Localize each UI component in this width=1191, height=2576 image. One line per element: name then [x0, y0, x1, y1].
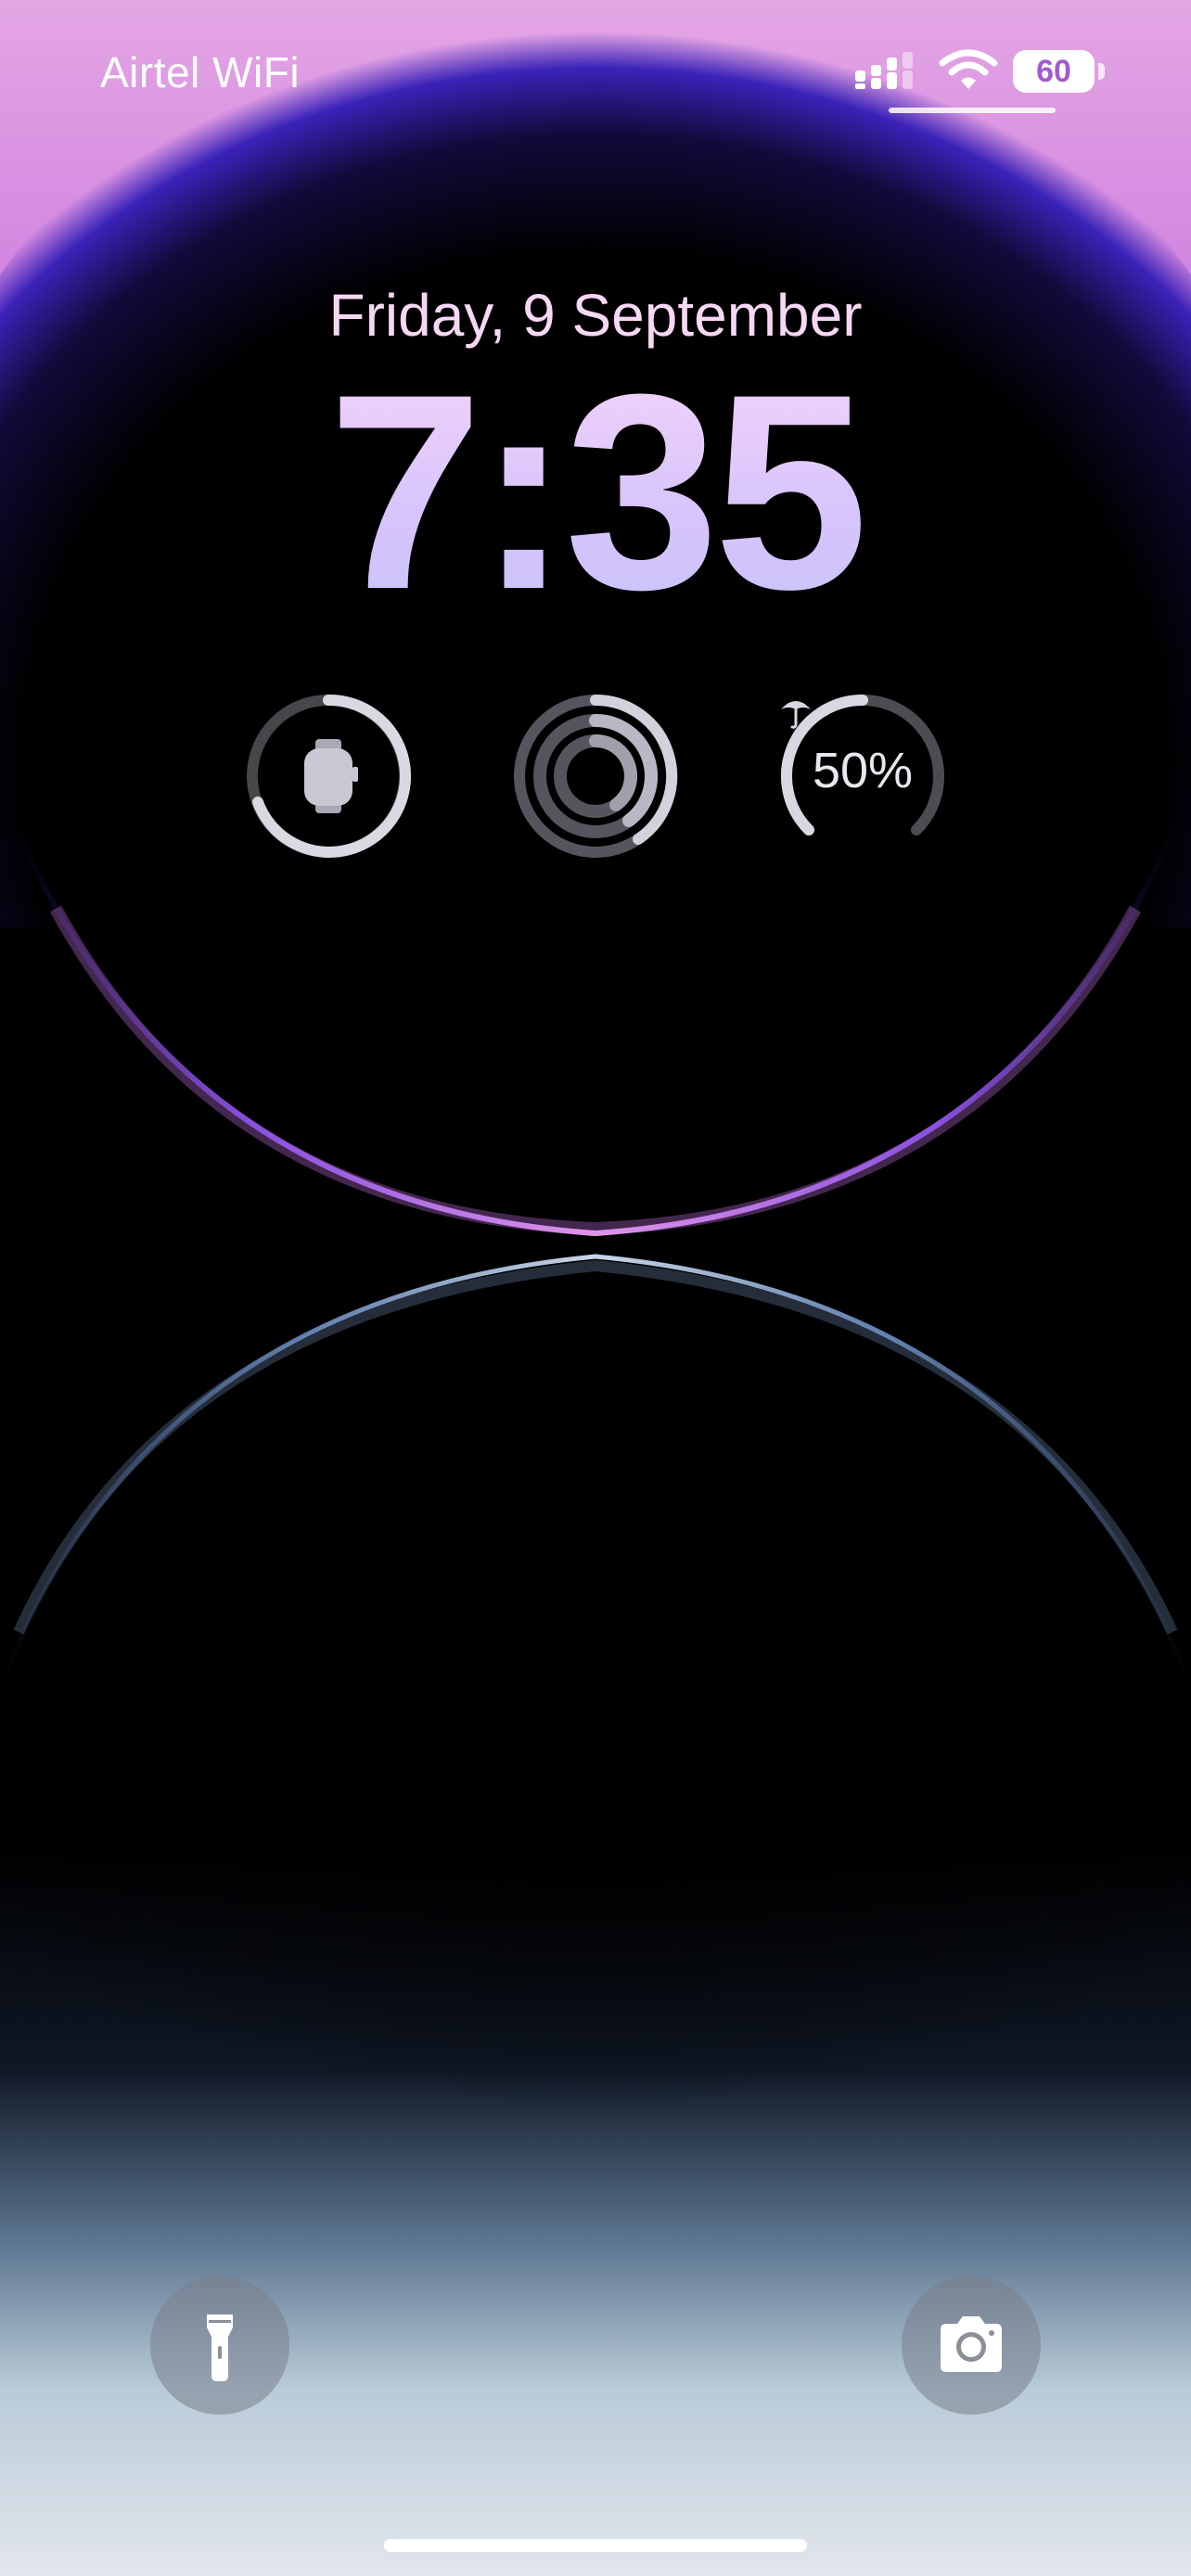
control-center-indicator[interactable]: [889, 108, 1056, 113]
flashlight-button[interactable]: [150, 2276, 289, 2415]
wifi-icon: [939, 49, 998, 89]
rain-chance-widget[interactable]: 50%: [779, 693, 946, 860]
camera-icon: [941, 2316, 1002, 2372]
lock-screen: Airtel WiFi 60 Friday, 9 September 7:35: [0, 0, 1191, 2576]
status-icons[interactable]: 60: [853, 43, 1113, 98]
battery-icon: 60: [1013, 50, 1106, 93]
activity-rings-icon: [514, 694, 678, 858]
camera-button[interactable]: [902, 2276, 1041, 2415]
rain-chance-value: 50%: [812, 743, 914, 798]
home-indicator[interactable]: [384, 2539, 807, 2552]
umbrella-icon: [781, 701, 811, 729]
activity-rings-widget[interactable]: [512, 693, 679, 860]
lock-screen-time[interactable]: 7:35: [0, 352, 1191, 631]
carrier-name: Airtel WiFi: [100, 48, 301, 96]
watch-battery-widget[interactable]: [245, 693, 412, 860]
flashlight-icon: [207, 2315, 233, 2381]
battery-level: 60: [1036, 54, 1071, 89]
apple-watch-icon: [304, 739, 358, 813]
cellular-signal-icon: [855, 52, 913, 89]
